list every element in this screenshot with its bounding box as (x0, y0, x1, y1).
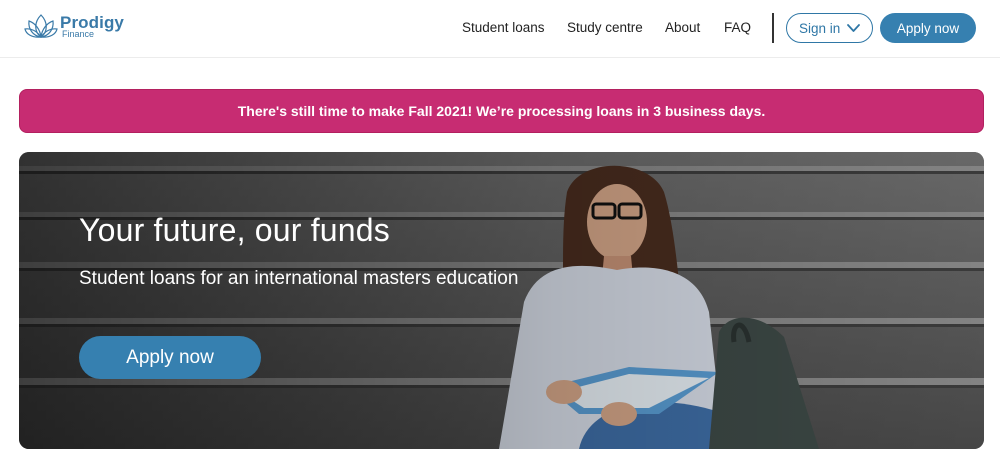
chevron-down-icon (847, 24, 860, 32)
hero-subtitle: Student loans for an international maste… (79, 268, 519, 289)
sign-in-label: Sign in (799, 20, 841, 36)
hero-title: Your future, our funds (79, 212, 390, 248)
lotus-icon (24, 14, 58, 38)
apply-now-header-button[interactable]: Apply now (880, 13, 976, 43)
nav-study-centre[interactable]: Study centre (567, 20, 643, 35)
apply-now-hero-button[interactable]: Apply now (79, 336, 261, 379)
nav-student-loans[interactable]: Student loans (462, 20, 545, 35)
hero-background-image (19, 152, 984, 449)
sign-in-button[interactable]: Sign in (786, 13, 873, 43)
nav-about[interactable]: About (665, 20, 700, 35)
site-header: Prodigy Finance Student loans Study cent… (0, 0, 1000, 58)
brand-name: Prodigy (60, 12, 124, 32)
nav-divider (772, 13, 774, 43)
hero-section: Your future, our funds Student loans for… (19, 152, 984, 449)
promo-banner-text: There's still time to make Fall 2021! We… (237, 103, 766, 119)
promo-banner: There's still time to make Fall 2021! We… (19, 89, 984, 133)
nav-faq[interactable]: FAQ (724, 20, 751, 35)
prodigy-finance-logo[interactable]: Prodigy Finance (24, 10, 124, 42)
